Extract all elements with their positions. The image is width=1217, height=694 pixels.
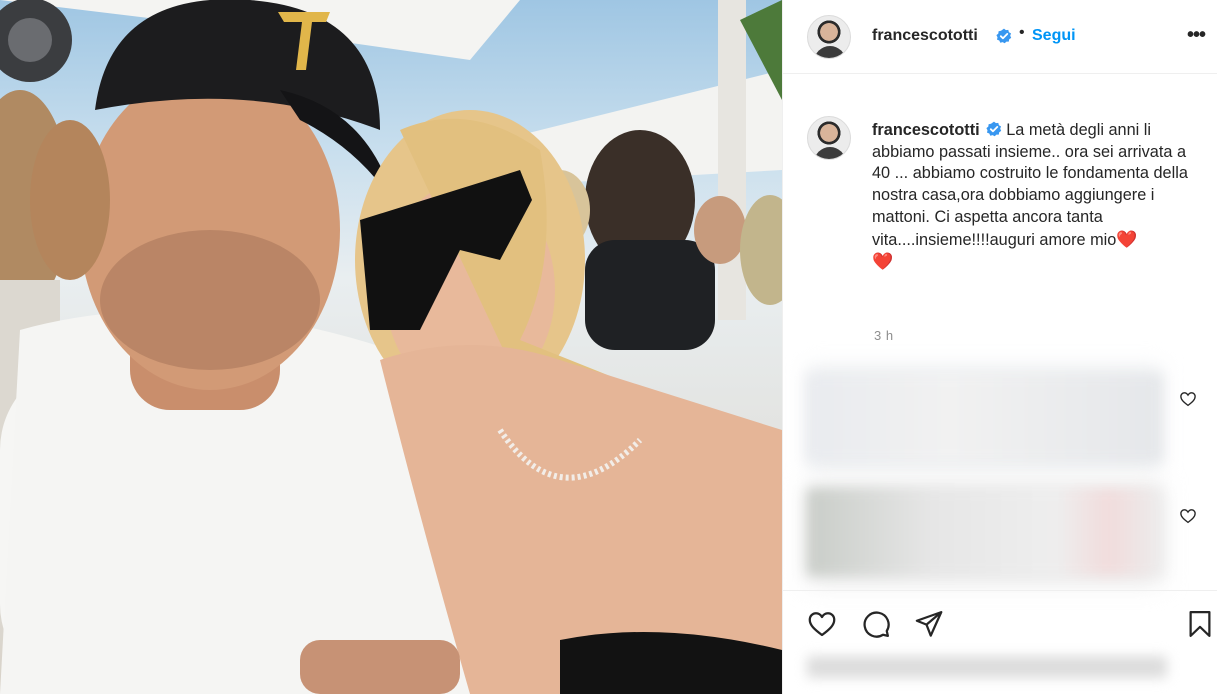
post-header: francescototti • Segui ••• bbox=[783, 0, 1217, 74]
paper-plane-icon[interactable] bbox=[914, 609, 944, 639]
heart-emoji-line: ❤️ bbox=[872, 252, 894, 272]
more-options-icon[interactable]: ••• bbox=[1187, 24, 1206, 47]
photo-illustration bbox=[0, 0, 782, 694]
bookmark-icon[interactable] bbox=[1185, 609, 1215, 639]
post-photo bbox=[0, 0, 782, 694]
caption-verified-badge-icon bbox=[986, 121, 1001, 137]
caption-author-avatar[interactable] bbox=[807, 116, 851, 160]
caption-username[interactable]: francescototti bbox=[872, 121, 980, 139]
post-caption: francescototti La metà degli anni li abb… bbox=[783, 74, 1217, 374]
header-separator: • bbox=[1019, 24, 1025, 41]
post-action-bar bbox=[783, 590, 1217, 654]
heart-emoji-inline: ❤️ bbox=[1116, 229, 1138, 249]
caption-body: La metà degli anni li abbiamo passati in… bbox=[872, 121, 1188, 249]
blurred-comment bbox=[807, 374, 1162, 462]
post-timestamp[interactable]: 3 h bbox=[874, 328, 894, 343]
follow-button[interactable]: Segui bbox=[1032, 27, 1076, 45]
author-avatar[interactable] bbox=[807, 15, 851, 59]
post-side-panel: francescototti • Segui ••• francescotott… bbox=[782, 0, 1217, 694]
heart-outline-icon[interactable] bbox=[807, 609, 837, 639]
comment-heart-icon[interactable] bbox=[1179, 390, 1197, 408]
author-username[interactable]: francescototti bbox=[872, 27, 978, 45]
speech-bubble-icon[interactable] bbox=[861, 609, 891, 639]
verified-badge-icon bbox=[996, 28, 1012, 44]
comment-heart-icon-2[interactable] bbox=[1179, 507, 1197, 525]
blurred-likes-count bbox=[807, 656, 1167, 678]
blurred-comment-2 bbox=[807, 488, 1162, 576]
caption-text-block: francescototti La metà degli anni li abb… bbox=[872, 120, 1192, 274]
